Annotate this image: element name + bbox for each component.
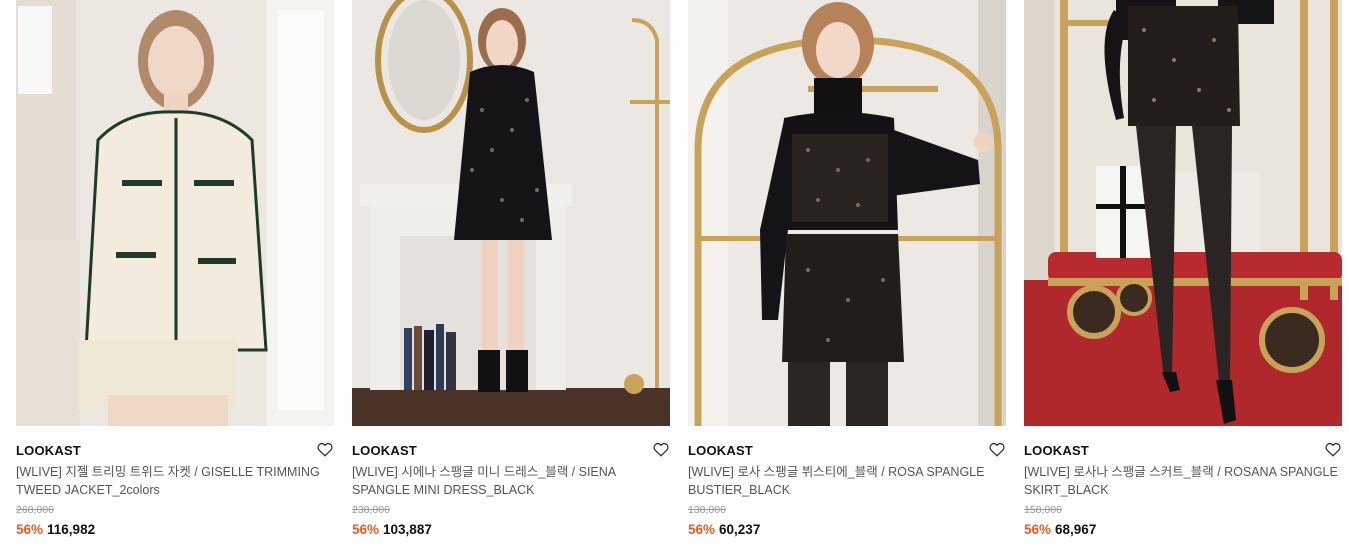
product-card[interactable]: LOOKAST [WLIVE] 시에나 스팽글 미니 드레스_블랙 / SIEN… [352,0,670,538]
sale-price: 116,982 [47,522,96,537]
discount-rate: 56% [688,522,716,537]
product-image[interactable] [688,0,1006,426]
brand-name[interactable]: LOOKAST [1024,443,1089,458]
heart-outline-icon[interactable] [1324,440,1342,458]
product-name[interactable]: [WLIVE] 로사 스팽글 뷔스티에_블랙 / ROSA SPANGLE BU… [688,463,1006,499]
price-row: 56% 68,967 [1024,522,1342,538]
product-name[interactable]: [WLIVE] 시에나 스팽글 미니 드레스_블랙 / SIENA SPANGL… [352,463,670,499]
original-price: 268,000 [16,504,54,516]
product-grid: LOOKAST [WLIVE] 지젤 트리밍 트위드 자켓 / GISELLE … [16,0,1342,538]
price-row: 56% 116,982 [16,522,334,538]
product-card[interactable]: LOOKAST [WLIVE] 로사 스팽글 뷔스티에_블랙 / ROSA SP… [688,0,1006,538]
discount-rate: 56% [16,522,44,537]
product-name[interactable]: [WLIVE] 지젤 트리밍 트위드 자켓 / GISELLE TRIMMING… [16,463,334,499]
product-image[interactable] [16,0,334,426]
heart-outline-icon[interactable] [988,440,1006,458]
product-name[interactable]: [WLIVE] 로사나 스팽글 스커트_블랙 / ROSANA SPANGLE … [1024,463,1342,499]
original-price: 138,000 [688,504,726,516]
brand-row: LOOKAST [16,440,334,458]
product-card[interactable]: LOOKAST [WLIVE] 로사나 스팽글 스커트_블랙 / ROSANA … [1024,0,1342,538]
brand-name[interactable]: LOOKAST [352,443,417,458]
original-price: 158,000 [1024,504,1062,516]
brand-row: LOOKAST [688,440,1006,458]
brand-row: LOOKAST [1024,440,1342,458]
product-image[interactable] [1024,0,1342,426]
sale-price: 103,887 [383,522,432,537]
heart-outline-icon[interactable] [316,440,334,458]
original-price: 238,000 [352,504,390,516]
brand-name[interactable]: LOOKAST [16,443,81,458]
discount-rate: 56% [352,522,380,537]
product-image[interactable] [352,0,670,426]
discount-rate: 56% [1024,522,1052,537]
price-row: 56% 103,887 [352,522,670,538]
price-row: 56% 60,237 [688,522,1006,538]
sale-price: 60,237 [719,522,761,537]
heart-outline-icon[interactable] [652,440,670,458]
brand-row: LOOKAST [352,440,670,458]
product-card[interactable]: LOOKAST [WLIVE] 지젤 트리밍 트위드 자켓 / GISELLE … [16,0,334,538]
brand-name[interactable]: LOOKAST [688,443,753,458]
sale-price: 68,967 [1055,522,1097,537]
